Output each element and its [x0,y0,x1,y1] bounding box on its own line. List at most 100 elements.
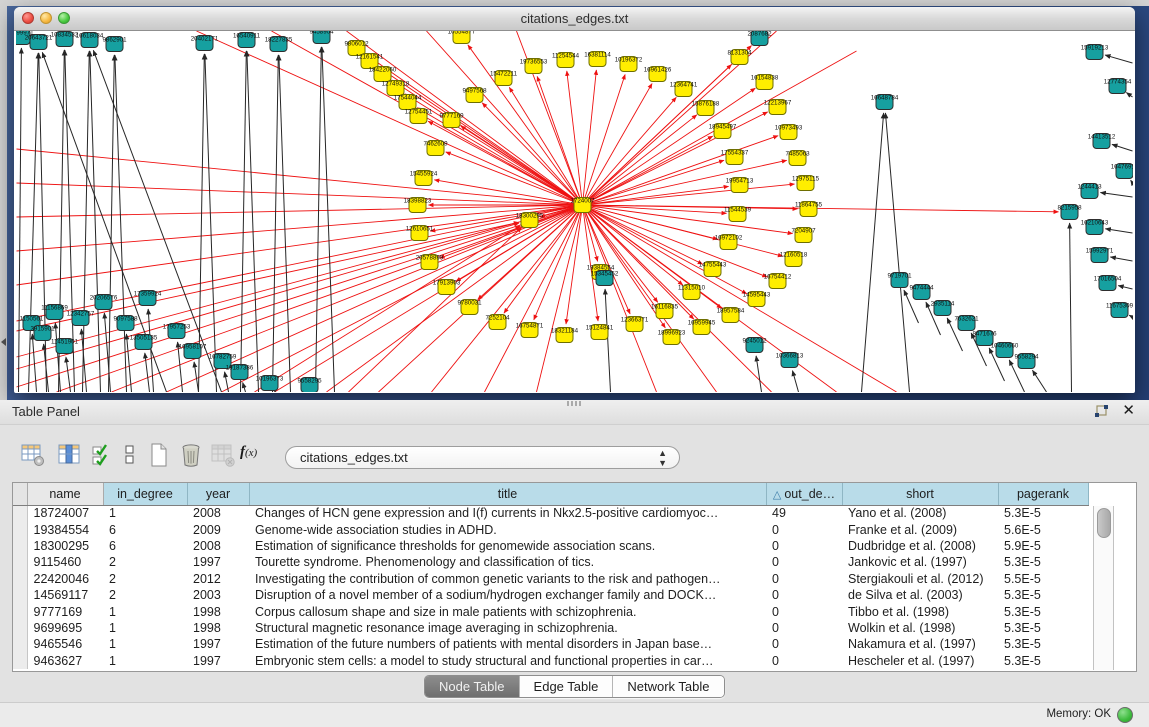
graph-node[interactable]: 15919213 [1081,45,1109,60]
column-header-in_degree[interactable]: in_degree [103,483,187,505]
graph-node[interactable]: 1244413 [1077,184,1102,199]
attribute-table[interactable]: namein_degreeyeartitle△out_de…shortpager… [12,482,1137,672]
cell-title[interactable]: Structural magnetic resonance image aver… [249,620,766,636]
cell-pagerank[interactable]: 5.3E-5 [998,587,1088,603]
cell-out_degree[interactable]: 0 [766,620,842,636]
graph-node[interactable]: 12342757 [67,311,95,326]
graph-node[interactable]: 18422060 [369,67,397,82]
graph-node[interactable]: 11451901 [51,339,79,354]
graph-node[interactable]: 11864755 [795,202,823,217]
graph-node[interactable]: 18227835 [265,37,293,52]
cell-short[interactable]: Franke et al. (2009) [842,521,998,537]
cell-year[interactable]: 1997 [187,636,249,652]
cell-pagerank[interactable]: 5.9E-5 [998,538,1088,554]
graph-node[interactable]: 7462609 [423,141,448,156]
graph-node[interactable]: 7252104 [485,315,510,330]
column-header-title[interactable]: title [249,483,766,505]
graph-node[interactable]: 18957584 [717,308,745,323]
cell-name[interactable]: 9777169 [27,603,103,619]
graph-node[interactable]: 9497568 [462,88,487,103]
cell-title[interactable]: Estimation of significance thresholds fo… [249,538,766,554]
tab-network-table[interactable]: Network Table [613,676,723,697]
row-gutter[interactable] [13,587,27,603]
cell-title[interactable]: Genome-wide association studies in ADHD. [249,521,766,537]
cell-year[interactable]: 2003 [187,587,249,603]
row-gutter[interactable] [13,505,27,521]
graph-node[interactable]: 16116835 [651,304,679,319]
cell-name[interactable]: 9115460 [27,554,103,570]
cell-title[interactable]: Disruption of a novel member of a sodium… [249,587,766,603]
cell-out_degree[interactable]: 0 [766,521,842,537]
cell-in_degree[interactable]: 1 [103,620,187,636]
cell-pagerank[interactable]: 5.3E-5 [998,603,1088,619]
cell-year[interactable]: 2009 [187,521,249,537]
trash-icon[interactable] [178,442,204,468]
graph-node[interactable]: 16540911 [233,33,261,48]
graph-node[interactable]: 9245012 [742,338,767,353]
show-columns-icon[interactable] [56,442,82,468]
graph-node[interactable]: 20206576 [90,295,118,310]
cell-name[interactable]: 9463627 [27,653,103,669]
column-header-name[interactable]: name [27,483,103,505]
cell-title[interactable]: Estimation of the future numbers of pati… [249,636,766,652]
table-header-row[interactable]: namein_degreeyeartitle△out_de…shortpager… [13,483,1088,505]
table-row[interactable]: 1456911722003Disruption of a novel membe… [13,587,1088,603]
new-file-icon[interactable] [146,442,172,468]
scrollbar-thumb[interactable] [1097,508,1111,538]
table-row[interactable]: 977716911998Corpus callosum shape and si… [13,603,1088,619]
cell-short[interactable]: de Silva et al. (2003) [842,587,998,603]
graph-node[interactable]: 14595443 [743,292,771,307]
cell-in_degree[interactable]: 2 [103,587,187,603]
cell-in_degree[interactable]: 6 [103,538,187,554]
graph-node[interactable]: 16618034 [76,33,104,48]
row-gutter[interactable] [13,653,27,669]
network-window[interactable]: citations_edges.txt 17240079497568977716… [14,7,1135,393]
cell-out_degree[interactable]: 0 [766,554,842,570]
graph-node[interactable]: 16961426 [644,67,672,82]
cell-name[interactable]: 19384554 [27,521,103,537]
float-panel-icon[interactable] [1093,404,1109,420]
cell-pagerank[interactable]: 5.5E-5 [998,571,1088,587]
cell-short[interactable]: Yano et al. (2008) [842,505,998,521]
graph-node[interactable]: 11315010 [678,285,706,300]
graph-node[interactable]: 15472211 [490,71,518,86]
graph-node[interactable]: 17554337 [721,150,749,165]
graph-node[interactable]: 16648784 [871,95,899,110]
graph-node[interactable]: 12364741 [670,82,698,97]
table-select-dropdown[interactable]: citations_edges.txt ▲▼ [285,446,680,469]
cell-short[interactable]: Tibbo et al. (1998) [842,603,998,619]
graph-node[interactable]: 13505135 [130,335,158,350]
tab-node-table[interactable]: Node Table [425,676,520,697]
row-gutter[interactable] [13,554,27,570]
graph-node[interactable]: 16476913 [1111,164,1133,179]
graph-node[interactable]: 9558295 [297,378,322,393]
cell-name[interactable]: 9699695 [27,620,103,636]
cell-short[interactable]: Dudbridge et al. (2008) [842,538,998,554]
cell-out_degree[interactable]: 0 [766,571,842,587]
cell-title[interactable]: Changes of HCN gene expression and I(f) … [249,505,766,521]
cell-title[interactable]: Tourette syndrome. Phenomenology and cla… [249,554,766,570]
graph-node[interactable]: 9474444 [909,285,934,300]
graph-node[interactable]: 16381114 [584,52,611,67]
column-layout-icon[interactable] [122,442,138,468]
cell-in_degree[interactable]: 2 [103,554,187,570]
graph-node[interactable]: 9558294 [1014,354,1039,369]
graph-node[interactable]: 10554877 [448,31,476,44]
graph-node[interactable]: 19736553 [520,59,548,74]
cell-year[interactable]: 1997 [187,653,249,669]
table-row[interactable]: 1872400712008Changes of HCN gene express… [13,505,1088,521]
graph-node[interactable]: 14755443 [699,262,727,277]
cell-short[interactable]: Stergiakouli et al. (2012) [842,571,998,587]
cell-year[interactable]: 1998 [187,620,249,636]
cell-in_degree[interactable]: 1 [103,653,187,669]
function-builder-icon[interactable]: f(x) [240,444,274,470]
column-header-out_degree[interactable]: △out_de… [766,483,842,505]
node-table[interactable]: namein_degreeyeartitle△out_de…shortpager… [13,483,1089,669]
select-rows-icon[interactable] [90,442,116,468]
close-panel-icon[interactable]: ✕ [1122,402,1135,420]
graph-node[interactable]: 7632621 [954,316,979,331]
graph-node[interactable]: 15124841 [586,325,614,340]
cell-short[interactable]: Wolkin et al. (1998) [842,620,998,636]
graph-node[interactable]: 9780031 [457,300,482,315]
table-row[interactable]: 969969511998Structural magnetic resonanc… [13,620,1088,636]
